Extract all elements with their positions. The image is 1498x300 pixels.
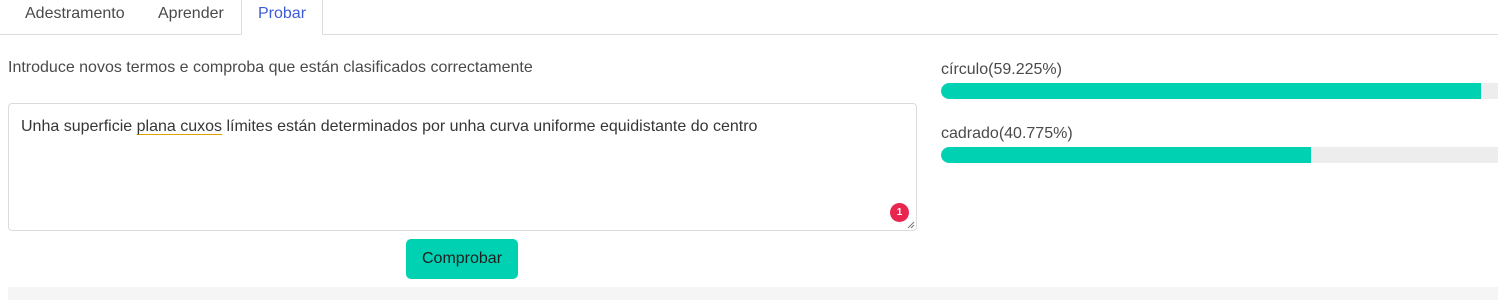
progress-fill-circulo [941,83,1482,99]
textarea-text-part: límites están determinados por unha curv… [222,118,758,135]
instructions-text: Introduce novos termos e comproba que es… [8,59,533,76]
progress-bar-circulo [941,83,1498,99]
textarea-text-part: Unha superficie [21,118,137,135]
tab-bar: Adestramento Aprender Probar [0,0,1498,35]
resize-handle-icon[interactable] [907,221,915,229]
tab-aprender[interactable]: Aprender [142,0,240,34]
result-label-cadrado: cadrado(40.775%) [941,125,1073,142]
spellcheck-flagged-text[interactable]: plana cuxos [137,118,222,135]
terms-textarea[interactable]: Unha superficie plana cuxos límites está… [8,103,917,231]
tab-adestramento[interactable]: Adestramento [9,0,141,34]
tab-probar[interactable]: Probar [241,0,324,35]
comprobar-button[interactable]: Comprobar [406,239,518,279]
result-label-circulo: círculo(59.225%) [941,61,1062,78]
grammar-issue-badge[interactable]: 1 [890,203,909,222]
textarea-content[interactable]: Unha superficie plana cuxos límites está… [21,118,757,136]
progress-bar-cadrado [941,147,1498,163]
progress-fill-cadrado [941,147,1312,163]
footer-panel [8,287,1498,300]
